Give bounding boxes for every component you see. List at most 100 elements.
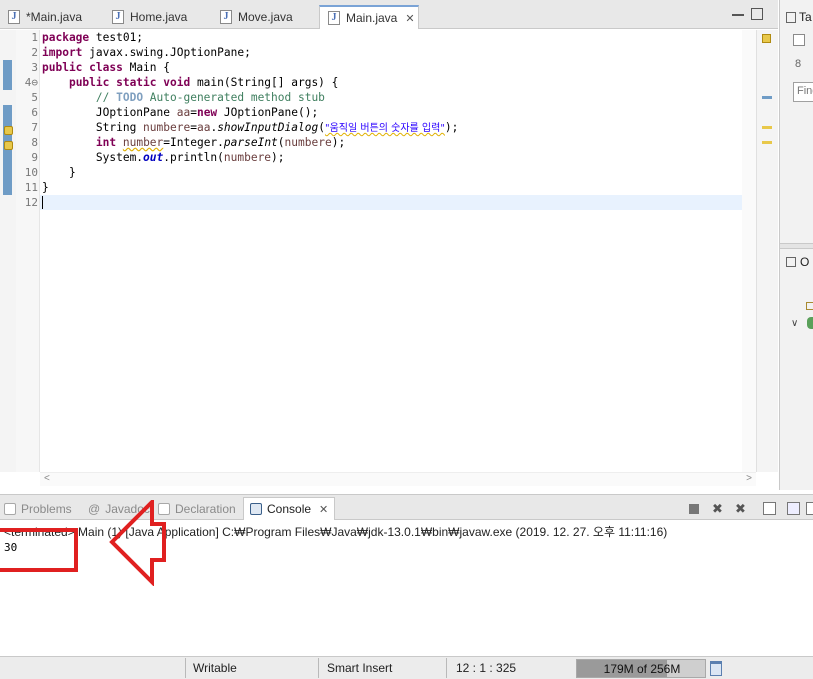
heap-status[interactable]: 179M of 256M	[576, 659, 706, 678]
console-icon	[250, 503, 262, 515]
code-line: }	[42, 166, 76, 179]
tab-home-java[interactable]: J Home.java	[104, 5, 187, 29]
outline-icon	[786, 257, 796, 267]
comment: Auto-generated method stub	[143, 91, 325, 104]
warning-icon[interactable]	[4, 141, 13, 150]
tab-move-java[interactable]: J Move.java	[212, 5, 293, 29]
variable: aa	[176, 106, 191, 119]
word-wrap-icon[interactable]	[806, 502, 813, 515]
tab-label: *Main.java	[26, 10, 83, 24]
overview-ruler[interactable]	[756, 30, 778, 472]
filter-icon[interactable]: 8	[795, 58, 801, 70]
string-literal: "움직일 버튼의 숫자를 입력"	[324, 123, 445, 134]
code-text: main(String[] args) {	[190, 76, 339, 89]
editor-tab-bar: J *Main.java J Home.java J Move.java J M…	[0, 0, 778, 29]
tab-label: Declaration	[175, 502, 236, 516]
import-icon	[806, 302, 813, 310]
garbage-collect-icon[interactable]	[710, 661, 722, 676]
code-text: javax.swing.JOptionPane;	[82, 46, 251, 59]
tab-label: Main.java	[346, 11, 398, 25]
code-text: JOptionPane();	[217, 106, 319, 119]
tab-console[interactable]: Console ✕	[243, 497, 336, 520]
code-line: System.out.println(numbere);	[42, 150, 285, 165]
line-number: 8	[31, 136, 38, 149]
keyword: public	[42, 61, 83, 74]
line-number: 2	[31, 46, 38, 59]
code-line: }	[42, 181, 49, 194]
clear-console-icon[interactable]	[763, 502, 776, 515]
highlight-box	[0, 528, 78, 572]
task-list-icon	[786, 11, 796, 23]
tab-declaration[interactable]: Declaration	[158, 499, 236, 519]
cursor-position: 12 : 1 : 325	[456, 661, 517, 675]
warning-summary-icon[interactable]	[762, 34, 771, 43]
terminate-icon[interactable]	[689, 504, 699, 514]
right-side-views: Ta 8 Find O ∨	[779, 0, 813, 490]
editor-vertical-scrollbar[interactable]	[742, 30, 756, 472]
task-list-tab[interactable]: Ta	[780, 5, 813, 29]
view-divider[interactable]	[780, 243, 813, 249]
code-text: JOptionPane	[95, 106, 177, 119]
tab-main-java-dirty[interactable]: J *Main.java	[0, 5, 82, 29]
warning-overview-mark[interactable]	[762, 126, 772, 129]
code-text: test01;	[89, 31, 144, 44]
line-number: 10	[24, 166, 38, 179]
variable: numbere	[223, 151, 272, 164]
text-caret	[42, 196, 43, 209]
code-line: int number=Integer.parseInt(numbere);	[42, 135, 345, 150]
editor-horizontal-scrollbar[interactable]: < >	[40, 472, 756, 486]
tab-main-java[interactable]: J Main.java ✕	[319, 5, 419, 29]
code-editor[interactable]: package test01; import javax.swing.JOpti…	[42, 30, 742, 472]
tab-label: Ta	[799, 10, 812, 24]
variable: aa	[196, 121, 211, 134]
line-number: 5	[31, 91, 38, 104]
code-text: Main {	[122, 61, 170, 74]
keyword: int	[95, 136, 117, 149]
variable: number	[122, 136, 164, 149]
code-line: String numbere=aa.showInputDialog("움직일 버…	[42, 120, 459, 135]
line-numbers: 1 2 3 4⊖ 5 6 7 8 9 10 11 12	[16, 30, 40, 472]
heap-status-label: 179M of 256M	[603, 662, 681, 676]
outline-tab[interactable]: O	[780, 252, 813, 272]
java-file-icon: J	[220, 10, 232, 24]
annotation-ruler	[0, 30, 16, 472]
close-icon[interactable]: ✕	[319, 503, 328, 516]
java-file-icon: J	[8, 10, 20, 24]
tab-label: Problems	[21, 502, 72, 516]
warning-icon[interactable]	[4, 126, 13, 135]
minimize-button[interactable]	[732, 8, 744, 16]
code-text: System.	[95, 151, 144, 164]
status-divider	[185, 658, 186, 678]
tab-problems[interactable]: Problems	[4, 499, 72, 519]
warning-overview-mark[interactable]	[762, 141, 772, 144]
remove-launch-icon[interactable]: ✖	[711, 502, 724, 515]
todo-tag: TODO	[116, 91, 144, 104]
problems-icon	[4, 503, 16, 515]
comment: //	[95, 91, 117, 104]
new-task-icon[interactable]	[793, 34, 805, 46]
line-number: 11	[24, 181, 38, 194]
annotation-arrow	[109, 500, 166, 586]
insert-mode-status[interactable]: Smart Insert	[327, 661, 392, 675]
line-number: 9	[31, 151, 38, 164]
tab-label: O	[800, 255, 810, 269]
change-overview-mark[interactable]	[762, 96, 772, 99]
code-text: =Integer.	[163, 136, 224, 149]
find-input[interactable]: Find	[793, 82, 813, 102]
scroll-left-icon[interactable]: <	[44, 473, 50, 484]
close-icon[interactable]: ✕	[405, 12, 414, 25]
code-line: // TODO Auto-generated method stub	[42, 90, 325, 105]
writable-status: Writable	[193, 661, 237, 675]
remove-all-terminated-icon[interactable]: ✖	[734, 502, 747, 515]
status-divider	[318, 658, 319, 678]
scroll-lock-icon[interactable]	[787, 502, 800, 515]
maximize-button[interactable]	[751, 8, 763, 20]
code-text: );	[331, 136, 346, 149]
chevron-down-icon[interactable]: ∨	[791, 318, 798, 329]
scroll-right-icon[interactable]: >	[746, 473, 752, 484]
class-icon[interactable]	[807, 317, 813, 329]
code-text: );	[444, 121, 459, 134]
